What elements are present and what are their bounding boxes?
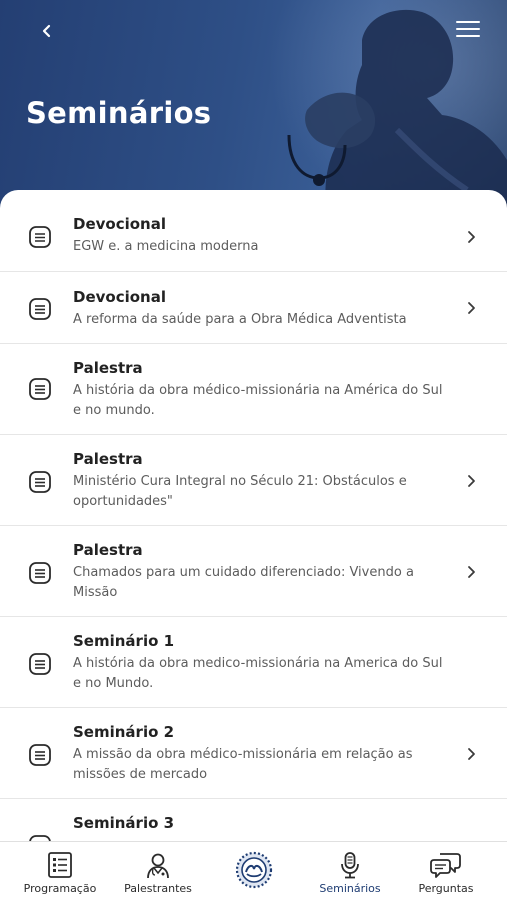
- menu-button[interactable]: [451, 14, 485, 44]
- tab-label: Seminários: [319, 882, 381, 895]
- microphone-icon: [341, 852, 359, 879]
- event-logo-icon: [235, 851, 273, 889]
- session-item[interactable]: Seminário 2 A missão da obra médico-miss…: [0, 708, 507, 799]
- chevron-right-icon: [468, 566, 475, 578]
- session-item[interactable]: Palestra A história da obra médico-missi…: [0, 344, 507, 435]
- back-button[interactable]: [30, 14, 64, 48]
- document-icon: [29, 744, 51, 766]
- document-icon: [29, 471, 51, 493]
- document-icon: [29, 378, 51, 400]
- tab-programacao[interactable]: Programação: [14, 842, 106, 901]
- session-title: Palestra: [73, 541, 143, 559]
- session-title: Palestra: [73, 450, 143, 468]
- session-subtitle: Chamados para um cuidado diferenciado: V…: [73, 565, 414, 600]
- session-subtitle: A missão da obra médico-missionária em r…: [73, 747, 413, 782]
- hamburger-menu-icon: [456, 21, 480, 37]
- session-item[interactable]: Palestra Chamados para um cuidado difere…: [0, 526, 507, 617]
- tab-label: Perguntas: [418, 882, 474, 895]
- session-subtitle: A reforma da saúde para a Obra Médica Ad…: [73, 312, 407, 327]
- document-icon: [29, 835, 51, 841]
- session-title: Seminário 2: [73, 723, 175, 741]
- session-title: Seminário 1: [73, 632, 175, 650]
- tab-palestrantes[interactable]: Palestrantes: [112, 842, 204, 901]
- tab-event-home[interactable]: [218, 842, 290, 901]
- document-icon: [29, 562, 51, 584]
- session-item[interactable]: Seminário 1 A história da obra medico-mi…: [0, 617, 507, 708]
- session-title: Palestra: [73, 359, 143, 377]
- chevron-left-icon: [42, 24, 51, 38]
- document-icon: [29, 298, 51, 320]
- tab-perguntas[interactable]: Perguntas: [404, 842, 488, 901]
- doctor-icon: [147, 853, 169, 879]
- chevron-right-icon: [468, 302, 475, 314]
- session-item[interactable]: Devocional A reforma da saúde para a Obr…: [0, 272, 507, 344]
- chevron-right-icon: [468, 748, 475, 760]
- chat-bubbles-icon: [430, 853, 461, 878]
- session-title: Devocional: [73, 215, 166, 233]
- session-subtitle: EGW e. a medicina moderna: [73, 239, 259, 254]
- session-item[interactable]: Devocional EGW e. a medicina moderna: [0, 190, 507, 272]
- bottom-tab-bar: Programação Palestrantes Seminários Perg…: [0, 841, 507, 900]
- sessions-list: Devocional EGW e. a medicina moderna Dev…: [0, 190, 507, 841]
- header-banner: Seminários: [0, 0, 507, 215]
- session-item[interactable]: Seminário 3: [0, 799, 507, 841]
- tab-label: Programação: [23, 882, 97, 895]
- session-item[interactable]: Palestra Ministério Cura Integral no Séc…: [0, 435, 507, 526]
- session-title: Seminário 3: [73, 814, 175, 832]
- session-subtitle: A história da obra médico-missionária na…: [73, 383, 443, 418]
- checklist-icon: [48, 852, 72, 878]
- session-subtitle: Ministério Cura Integral no Século 21: O…: [73, 474, 407, 509]
- document-icon: [29, 226, 51, 248]
- chevron-right-icon: [468, 475, 475, 487]
- tab-label: Palestrantes: [124, 882, 192, 895]
- tab-seminarios[interactable]: Seminários: [308, 842, 392, 901]
- page-title: Seminários: [26, 96, 212, 130]
- session-title: Devocional: [73, 288, 166, 306]
- document-icon: [29, 653, 51, 675]
- session-subtitle: A história da obra medico-missionária na…: [73, 656, 443, 691]
- chevron-right-icon: [468, 231, 475, 243]
